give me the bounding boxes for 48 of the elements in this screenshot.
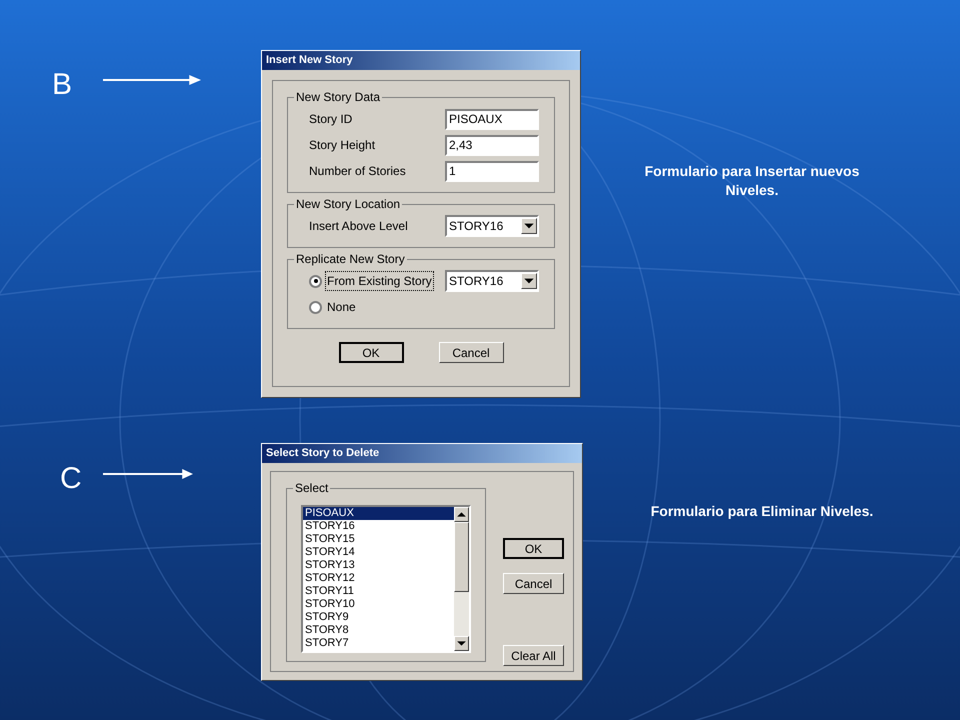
group-legend: New Story Location <box>294 197 402 211</box>
text-field[interactable]: 1 <box>445 160 539 182</box>
list-item[interactable]: STORY9 <box>303 611 454 624</box>
radio-label: From Existing Story <box>326 272 433 290</box>
dialog-button[interactable]: Clear All <box>503 645 564 666</box>
radio-button[interactable] <box>309 300 322 314</box>
list-item[interactable]: STORY10 <box>303 598 454 611</box>
group-legend: Select <box>293 481 330 495</box>
window-title: Insert New Story <box>262 51 580 70</box>
dropdown[interactable]: STORY16 <box>445 270 539 292</box>
dialog-button[interactable]: OK <box>338 342 404 363</box>
text-field[interactable]: 2,43 <box>445 134 539 156</box>
field-label: Insert Above Level <box>309 218 408 235</box>
section-marker: C <box>60 461 82 497</box>
scrollbar[interactable] <box>454 507 469 651</box>
slide-caption: Formulario para Eliminar Niveles. <box>650 502 874 521</box>
list-item[interactable]: STORY8 <box>303 624 454 637</box>
group-legend: Replicate New Story <box>294 252 407 266</box>
field-label: Number of Stories <box>309 163 406 180</box>
slide-caption: Formulario para Insertar nuevos Niveles. <box>644 162 860 200</box>
list-item[interactable]: STORY14 <box>303 546 454 559</box>
dropdown-value: STORY16 <box>449 218 504 235</box>
field-label: Story Height <box>309 137 376 154</box>
list-item[interactable]: STORY16 <box>303 520 454 533</box>
scroll-down-icon[interactable] <box>454 636 469 651</box>
dropdown-value: STORY16 <box>449 273 504 290</box>
field-label: Story ID <box>309 111 352 128</box>
list-item[interactable]: STORY15 <box>303 533 454 546</box>
list-item[interactable]: STORY7 <box>303 637 454 650</box>
window-title: Select Story to Delete <box>262 444 582 463</box>
right-arrow-icon <box>103 468 193 480</box>
list-box[interactable]: PISOAUX STORY16 STORY15 STORY14 STORY13 STORY12 STORY11 STORY10 STORY9 STORY8 STORY7 <box>301 505 471 653</box>
text-field[interactable]: PISOAUX <box>445 108 539 130</box>
dialog-button[interactable]: Cancel <box>438 342 504 363</box>
list-item[interactable]: STORY12 <box>303 572 454 585</box>
radio-button[interactable] <box>309 274 322 288</box>
scroll-up-icon[interactable] <box>454 507 469 522</box>
group-legend: New Story Data <box>294 90 382 104</box>
list-item[interactable]: PISOAUX <box>303 507 454 520</box>
section-marker: B <box>52 67 72 103</box>
dropdown[interactable]: STORY16 <box>445 215 539 237</box>
list-item[interactable]: STORY13 <box>303 559 454 572</box>
scroll-thumb[interactable] <box>454 522 469 592</box>
list-item[interactable]: STORY11 <box>303 585 454 598</box>
dialog-button[interactable]: Cancel <box>503 573 564 594</box>
radio-label: None <box>326 299 357 316</box>
dialog-button[interactable]: OK <box>503 538 564 559</box>
right-arrow-icon <box>103 74 201 86</box>
